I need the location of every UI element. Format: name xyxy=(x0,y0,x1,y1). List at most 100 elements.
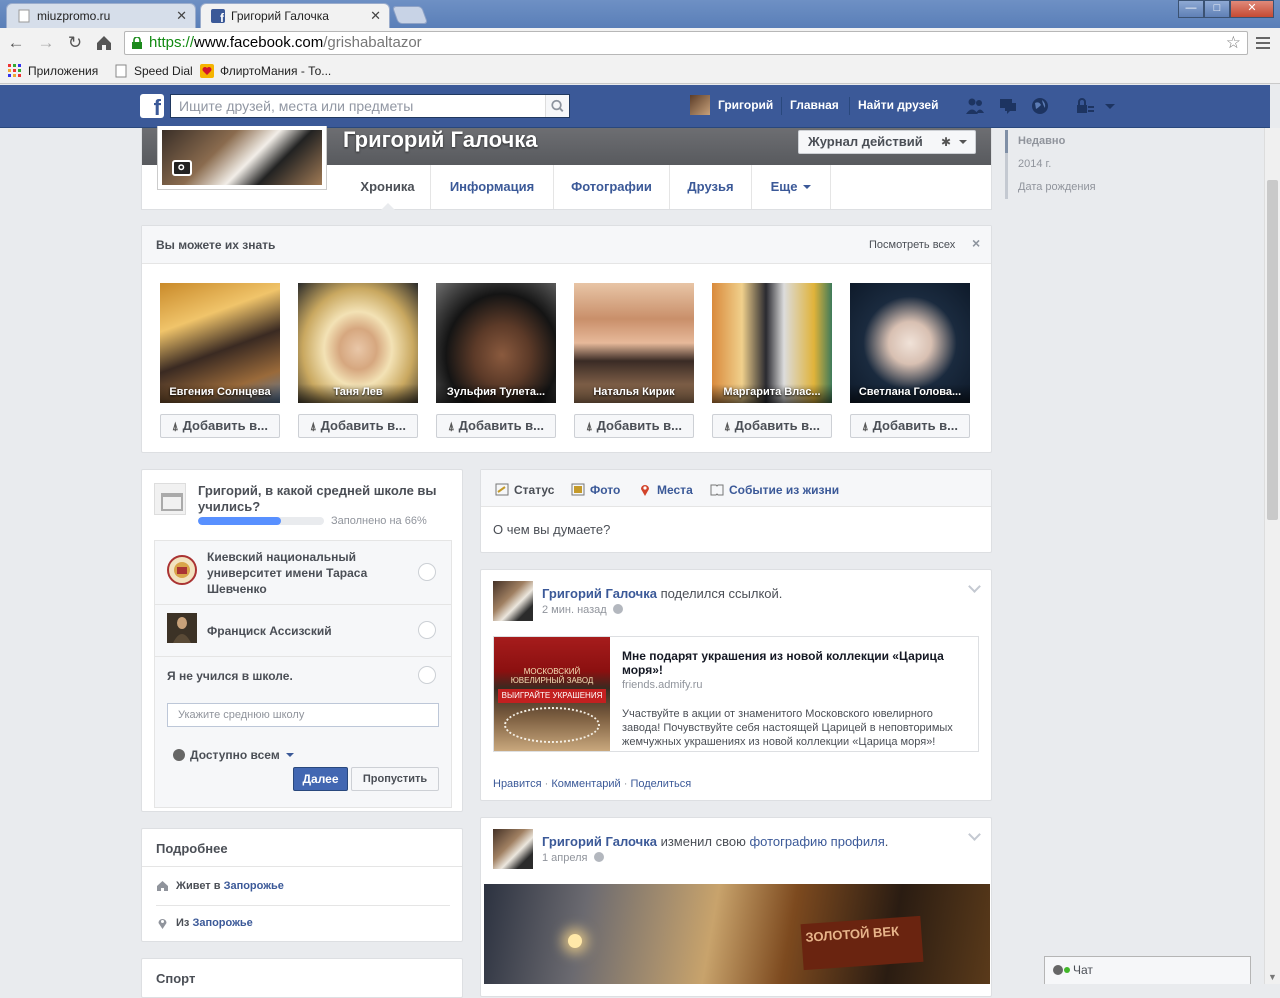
chevron-down-icon[interactable] xyxy=(968,580,981,593)
close-tab-icon[interactable]: ✕ xyxy=(370,4,381,28)
profile-picture[interactable] xyxy=(157,126,327,190)
tab-more[interactable]: Еще xyxy=(752,165,831,209)
messages-icon[interactable] xyxy=(998,97,1018,115)
timestamp-text[interactable]: 2 мин. назад xyxy=(542,604,607,616)
tab-friends[interactable]: Друзья xyxy=(670,165,752,209)
skip-button[interactable]: Пропустить xyxy=(351,767,439,791)
tab-photos[interactable]: Фотографии xyxy=(554,165,670,209)
person-photo[interactable]: Маргарита Влас... xyxy=(712,283,832,403)
minimize-button[interactable]: — xyxy=(1178,0,1204,18)
chevron-down-icon[interactable] xyxy=(968,828,981,841)
comment-link[interactable]: Комментарий xyxy=(551,778,620,790)
school-option-radio[interactable] xyxy=(418,621,436,639)
close-window-button[interactable]: ✕ xyxy=(1230,0,1274,18)
person-name[interactable]: Зульфия Тулета... xyxy=(436,384,556,403)
add-friend-button[interactable]: ⍋ Добавить в... xyxy=(574,414,694,438)
composer-tab-life-event[interactable]: Событие из жизни xyxy=(710,483,839,497)
scrubber-recent[interactable]: Недавно xyxy=(1005,130,1115,153)
maximize-button[interactable]: □ xyxy=(1204,0,1230,18)
author-link[interactable]: Григорий Галочка xyxy=(542,586,657,601)
timestamp-text[interactable]: 1 апреля xyxy=(542,852,588,864)
school-option-radio[interactable] xyxy=(418,666,436,684)
add-friend-button[interactable]: ⍋ Добавить в... xyxy=(850,414,970,438)
tab-about[interactable]: Информация xyxy=(431,165,554,209)
bookmark-apps[interactable]: Приложения xyxy=(8,63,98,79)
link-title[interactable]: Мне подарят украшения из новой коллекции… xyxy=(622,649,962,677)
bookmark-flirtomania[interactable]: ФлиртоМания - То... xyxy=(200,63,331,79)
composer-tab-places[interactable]: Места xyxy=(638,483,693,497)
tab-timeline[interactable]: Хроника xyxy=(345,165,431,210)
privacy-lock-icon[interactable] xyxy=(1075,97,1095,115)
person-photo[interactable]: Зульфия Тулета... xyxy=(436,283,556,403)
scrubber-year[interactable]: 2014 г. xyxy=(1008,153,1115,176)
gear-icon[interactable]: ✱ xyxy=(941,131,951,153)
browser-tab-facebook[interactable]: f Григорий Галочка ✕ xyxy=(200,3,390,28)
notifications-globe-icon[interactable] xyxy=(1030,97,1050,115)
person-photo[interactable]: Евгения Солнцева xyxy=(160,283,280,403)
friend-requests-icon[interactable] xyxy=(965,97,985,115)
composer-input[interactable]: О чем вы думаете? xyxy=(493,522,610,537)
share-link[interactable]: Поделиться xyxy=(630,778,691,790)
from-city-link[interactable]: Запорожье xyxy=(192,917,252,929)
chevron-down-icon[interactable] xyxy=(959,140,967,148)
person-photo[interactable]: Светлана Голова... xyxy=(850,283,970,403)
browser-tab-miuzpromo[interactable]: miuzpromo.ru ✕ xyxy=(6,3,196,28)
see-all-link[interactable]: Посмотреть всех xyxy=(869,239,955,251)
profile-photo-link[interactable]: фотографию профиля xyxy=(749,834,884,849)
activity-log-button[interactable]: Журнал действий ✱ xyxy=(798,130,976,154)
page-scrollbar[interactable]: ▼ xyxy=(1264,128,1280,984)
school-option[interactable]: Я не учился в школе. xyxy=(155,657,451,695)
school-option[interactable]: Киевский национальный университет имени … xyxy=(155,541,451,605)
close-tab-icon[interactable]: ✕ xyxy=(176,4,187,28)
home-link[interactable]: Главная xyxy=(790,98,839,112)
avatar[interactable] xyxy=(690,95,710,115)
add-friend-button[interactable]: ⍋ Добавить в... xyxy=(712,414,832,438)
next-button[interactable]: Далее xyxy=(293,767,348,791)
add-friend-button[interactable]: ⍋ Добавить в... xyxy=(298,414,418,438)
bookmark-speed-dial[interactable]: Speed Dial xyxy=(114,63,193,79)
find-friends-link[interactable]: Найти друзей xyxy=(858,98,938,112)
person-photo[interactable]: Таня Лев xyxy=(298,283,418,403)
lives-in-city-link[interactable]: Запорожье xyxy=(224,880,284,892)
new-tab-button[interactable] xyxy=(391,6,429,24)
composer-tab-photo[interactable]: Фото xyxy=(571,483,620,497)
home-icon[interactable] xyxy=(94,33,114,53)
bookmark-star-icon[interactable]: ☆ xyxy=(1226,32,1241,54)
search-icon[interactable] xyxy=(545,95,569,117)
person-name[interactable]: Евгения Солнцева xyxy=(160,384,280,403)
person-photo[interactable]: Наталья Кирик xyxy=(574,283,694,403)
link-thumbnail[interactable]: МОСКОВСКИЙ ЮВЕЛИРНЫЙ ЗАВОД ВЫИГРАЙТЕ УКР… xyxy=(494,637,610,751)
back-arrow-icon[interactable]: ← xyxy=(6,33,26,53)
school-input[interactable]: Укажите среднюю школу xyxy=(167,703,439,727)
avatar[interactable] xyxy=(493,829,533,869)
facebook-logo-icon[interactable]: f xyxy=(140,94,164,118)
shared-link-preview[interactable]: МОСКОВСКИЙ ЮВЕЛИРНЫЙ ЗАВОД ВЫИГРАЙТЕ УКР… xyxy=(493,636,979,752)
person-name[interactable]: Наталья Кирик xyxy=(574,384,694,403)
settings-caret-icon[interactable] xyxy=(1100,97,1120,115)
avatar[interactable] xyxy=(493,581,533,621)
person-name[interactable]: Маргарита Влас... xyxy=(712,384,832,403)
story-photo[interactable]: ЗОЛОТОЙ ВЕК xyxy=(484,884,990,984)
profile-link[interactable]: Григорий xyxy=(718,98,773,112)
school-option[interactable]: Франциск Ассизский xyxy=(155,605,451,657)
browser-menu-icon[interactable] xyxy=(1256,34,1270,52)
close-icon[interactable]: × xyxy=(972,235,980,251)
forward-arrow-icon[interactable]: → xyxy=(36,33,56,53)
school-option-radio[interactable] xyxy=(418,563,436,581)
search-input[interactable]: Ищите друзей, места или предметы xyxy=(170,94,570,118)
camera-icon[interactable] xyxy=(172,160,192,176)
chat-bar[interactable]: Чат xyxy=(1044,956,1251,984)
reload-icon[interactable]: ↻ xyxy=(65,33,85,53)
address-bar[interactable]: https://www.facebook.com/grishabaltazor … xyxy=(124,31,1248,55)
author-link[interactable]: Григорий Галочка xyxy=(542,834,657,849)
scroll-down-arrow-icon[interactable]: ▼ xyxy=(1268,972,1277,982)
add-friend-button[interactable]: ⍋ Добавить в... xyxy=(436,414,556,438)
like-link[interactable]: Нравится xyxy=(493,778,542,790)
composer-tab-status[interactable]: Статус xyxy=(495,483,554,497)
person-name[interactable]: Таня Лев xyxy=(298,384,418,403)
person-name[interactable]: Светлана Голова... xyxy=(850,384,970,403)
scrubber-birth[interactable]: Дата рождения xyxy=(1008,176,1115,199)
privacy-selector[interactable]: Доступно всем xyxy=(173,748,294,762)
scrollbar-thumb[interactable] xyxy=(1267,180,1278,520)
add-friend-button[interactable]: ⍋ Добавить в... xyxy=(160,414,280,438)
